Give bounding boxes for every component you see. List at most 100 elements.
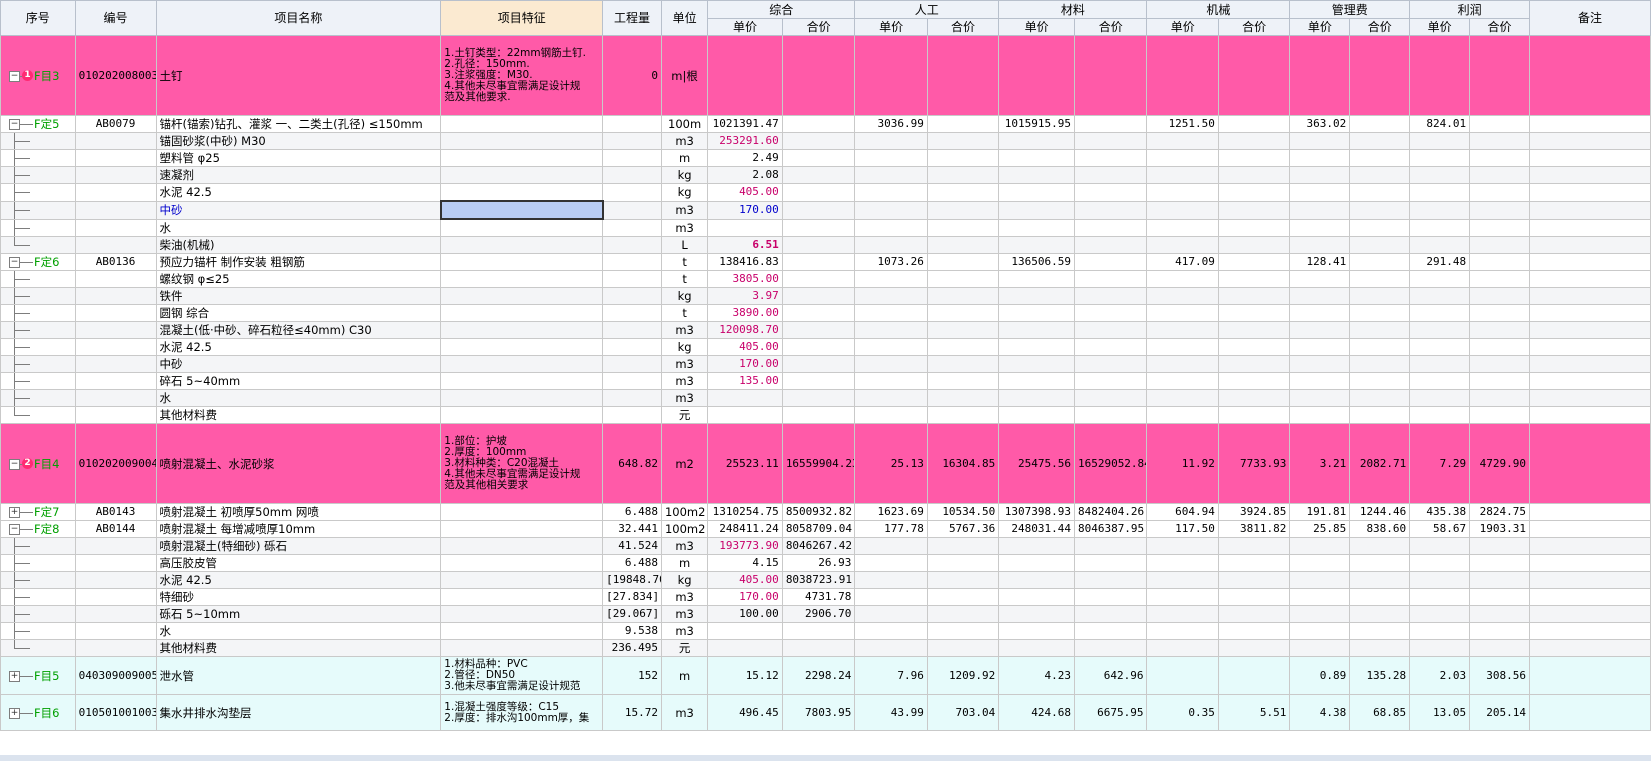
material-unit-price-cell[interactable] (998, 389, 1075, 407)
labor-total-cell[interactable] (926, 236, 1000, 254)
material-total-cell[interactable]: 8046387.95 (1073, 520, 1148, 538)
quantity-cell[interactable] (602, 149, 662, 167)
machine-unit-price-cell[interactable] (1146, 321, 1219, 339)
profit-unit-price-cell[interactable] (1409, 622, 1471, 640)
material-total-cell[interactable] (1073, 253, 1148, 271)
management-total-cell[interactable] (1349, 35, 1411, 116)
management-total-cell[interactable] (1349, 571, 1411, 589)
composite-total-cell[interactable] (781, 355, 856, 373)
material-unit-price-cell[interactable] (998, 287, 1075, 305)
labor-unit-price-cell[interactable] (854, 200, 928, 220)
feature-cell[interactable] (440, 236, 604, 254)
machine-unit-price-cell[interactable] (1146, 149, 1219, 167)
machine-total-cell[interactable] (1217, 622, 1291, 640)
seq-cell[interactable]: −2 F目4 (0, 423, 76, 504)
labor-unit-price-cell[interactable] (854, 622, 928, 640)
quantity-cell[interactable] (602, 218, 662, 237)
composite-unit-price-cell[interactable] (707, 639, 783, 657)
name-cell[interactable]: 水泥 42.5 (155, 571, 442, 589)
machine-unit-price-cell[interactable] (1146, 554, 1219, 572)
management-unit-price-cell[interactable] (1289, 132, 1351, 150)
material-unit-price-cell[interactable]: 4.23 (998, 656, 1075, 695)
feature-cell[interactable] (440, 622, 604, 640)
remark-cell[interactable] (1528, 304, 1651, 322)
material-row[interactable]: 喷射混凝土(特细砂) 砾石 41.524 m3 193773.90 8046267.42 (0, 537, 1651, 555)
machine-total-cell[interactable]: 3811.82 (1217, 520, 1291, 538)
col-total-price[interactable]: 合价 (781, 18, 856, 36)
material-unit-price-cell[interactable] (998, 355, 1075, 373)
machine-unit-price-cell[interactable] (1146, 571, 1219, 589)
machine-total-cell[interactable] (1217, 355, 1291, 373)
labor-total-cell[interactable] (926, 270, 1000, 288)
composite-total-cell[interactable]: 26.93 (781, 554, 856, 572)
machine-total-cell[interactable] (1217, 287, 1291, 305)
composite-total-cell[interactable]: 7803.95 (781, 694, 856, 731)
machine-unit-price-cell[interactable] (1146, 406, 1219, 424)
machine-unit-price-cell[interactable] (1146, 35, 1219, 116)
code-cell[interactable] (74, 338, 157, 356)
seq-cell[interactable] (0, 406, 76, 424)
feature-cell[interactable] (440, 149, 604, 167)
profit-total-cell[interactable] (1469, 166, 1530, 184)
labor-total-cell[interactable] (926, 35, 1000, 116)
col-group-management[interactable]: 管理费 (1289, 0, 1411, 19)
seq-cell[interactable] (0, 304, 76, 322)
material-total-cell[interactable] (1073, 355, 1148, 373)
profit-unit-price-cell[interactable] (1409, 183, 1471, 202)
composite-total-cell[interactable] (781, 183, 856, 202)
col-group-machine[interactable]: 机械 (1146, 0, 1291, 19)
quantity-cell[interactable]: 9.538 (602, 622, 662, 640)
management-unit-price-cell[interactable] (1289, 270, 1351, 288)
seq-cell[interactable]: −1 F目3 (0, 35, 76, 116)
feature-cell[interactable] (440, 520, 604, 538)
profit-unit-price-cell[interactable] (1409, 132, 1471, 150)
seq-cell[interactable] (0, 270, 76, 288)
composite-total-cell[interactable]: 8046267.42 (781, 537, 856, 555)
composite-total-cell[interactable] (781, 236, 856, 254)
code-cell[interactable] (74, 588, 157, 606)
material-total-cell[interactable] (1073, 200, 1148, 220)
management-total-cell[interactable] (1349, 287, 1411, 305)
profit-unit-price-cell[interactable] (1409, 389, 1471, 407)
labor-unit-price-cell[interactable] (854, 183, 928, 202)
feature-cell[interactable] (440, 132, 604, 150)
composite-total-cell[interactable] (781, 622, 856, 640)
management-total-cell[interactable]: 68.85 (1349, 694, 1411, 731)
remark-cell[interactable] (1528, 537, 1651, 555)
material-row[interactable]: 铁件 kg 3.97 (0, 287, 1651, 305)
profit-unit-price-cell[interactable] (1409, 304, 1471, 322)
composite-total-cell[interactable] (781, 200, 856, 220)
seq-cell[interactable] (0, 183, 76, 202)
unit-cell[interactable]: m (660, 656, 709, 695)
composite-total-cell[interactable] (781, 287, 856, 305)
composite-total-cell[interactable] (781, 35, 856, 116)
feature-cell[interactable] (440, 406, 604, 424)
composite-unit-price-cell[interactable]: 1021391.47 (707, 115, 783, 133)
material-unit-price-cell[interactable] (998, 218, 1075, 237)
seq-cell[interactable] (0, 321, 76, 339)
machine-unit-price-cell[interactable] (1146, 389, 1219, 407)
code-cell[interactable] (74, 287, 157, 305)
profit-unit-price-cell[interactable]: 435.38 (1409, 503, 1471, 521)
labor-unit-price-cell[interactable] (854, 287, 928, 305)
material-unit-price-cell[interactable]: 1015915.95 (998, 115, 1075, 133)
machine-total-cell[interactable] (1217, 236, 1291, 254)
profit-total-cell[interactable] (1469, 253, 1530, 271)
code-cell[interactable]: AB0136 (74, 253, 157, 271)
material-unit-price-cell[interactable]: 424.68 (998, 694, 1075, 731)
seq-cell[interactable] (0, 639, 76, 657)
material-row[interactable]: 中砂 m3 170.00 (0, 355, 1651, 373)
name-cell[interactable]: 其他材料费 (155, 406, 442, 424)
material-unit-price-cell[interactable] (998, 183, 1075, 202)
seq-cell[interactable]: + F目6 (0, 694, 76, 731)
name-cell[interactable]: 高压胶皮管 (155, 554, 442, 572)
unit-cell[interactable]: t (660, 270, 709, 288)
labor-unit-price-cell[interactable] (854, 236, 928, 254)
feature-cell[interactable] (440, 372, 604, 390)
seq-cell[interactable]: + F定7 (0, 503, 76, 521)
remark-cell[interactable] (1528, 132, 1651, 150)
code-cell[interactable] (74, 236, 157, 254)
name-cell[interactable]: 柴油(机械) (155, 236, 442, 254)
feature-cell[interactable] (440, 218, 604, 237)
seq-cell[interactable] (0, 287, 76, 305)
